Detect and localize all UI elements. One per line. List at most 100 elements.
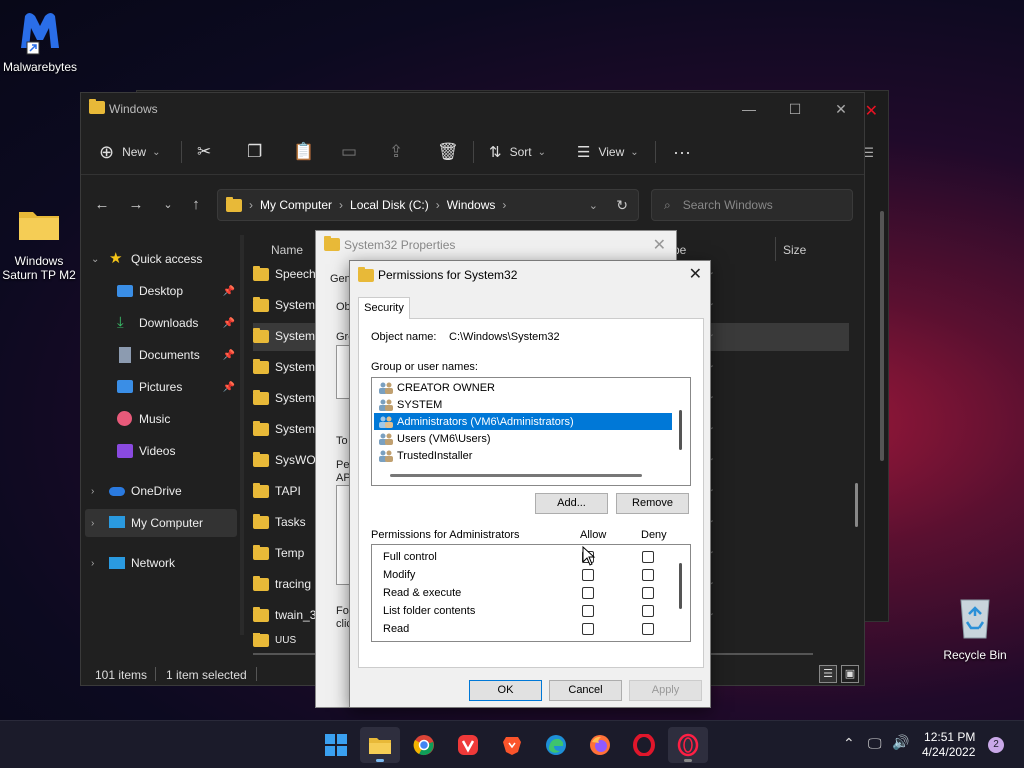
- nav-pane-scrollbar[interactable]: [240, 235, 244, 635]
- chevron-up-icon[interactable]: ⌃: [843, 735, 855, 752]
- taskbar-edge[interactable]: [536, 727, 576, 763]
- volume-icon[interactable]: 🔊: [892, 734, 909, 751]
- allow-checkbox[interactable]: [582, 605, 594, 617]
- close-icon[interactable]: ✕: [865, 101, 878, 121]
- column-header-size[interactable]: Size: [783, 243, 806, 257]
- list-item[interactable]: System: [253, 383, 315, 413]
- list-item[interactable]: System: [253, 321, 315, 351]
- list-item[interactable]: System: [253, 290, 315, 320]
- address-bar[interactable]: › My Computer › Local Disk (C:) › Window…: [217, 189, 639, 221]
- maximize-button[interactable]: ☐: [772, 93, 818, 125]
- desktop-icon-recycle-bin[interactable]: Recycle Bin: [935, 596, 1015, 662]
- list-item[interactable]: Temp: [253, 538, 304, 568]
- add-button[interactable]: Add...: [535, 493, 608, 514]
- nav-item-desktop[interactable]: Desktop 📌: [81, 277, 237, 305]
- list-item[interactable]: Speech: [253, 259, 316, 289]
- taskbar-brave[interactable]: [492, 727, 532, 763]
- list-item[interactable]: SYSTEM: [374, 396, 672, 413]
- taskbar-file-explorer[interactable]: [360, 727, 400, 763]
- list-item[interactable]: Administrators (VM6\Administrators): [374, 413, 672, 430]
- list-item[interactable]: UUS: [253, 633, 296, 647]
- desktop-icon-windows-saturn[interactable]: Windows Saturn TP M2: [0, 206, 79, 282]
- tab-security[interactable]: Security: [358, 297, 410, 319]
- taskbar-opera-gx[interactable]: [668, 727, 708, 763]
- refresh-icon[interactable]: ↻: [616, 197, 628, 214]
- list-item[interactable]: twain_3: [253, 600, 316, 630]
- chevron-right-icon: ›: [91, 557, 95, 569]
- remove-button[interactable]: Remove: [616, 493, 689, 514]
- breadcrumb-item[interactable]: Local Disk (C:): [350, 198, 429, 212]
- tiles-view-button[interactable]: ▣: [841, 665, 859, 683]
- column-divider[interactable]: [775, 237, 776, 261]
- user-list-scrollbar[interactable]: [679, 410, 682, 450]
- deny-checkbox[interactable]: [642, 587, 654, 599]
- cut-button[interactable]: ✂: [197, 129, 211, 175]
- close-button[interactable]: ✕: [818, 93, 864, 125]
- back-button[interactable]: ←: [89, 193, 115, 217]
- list-item[interactable]: System: [253, 352, 315, 382]
- nav-item-downloads[interactable]: ⤓ Downloads 📌: [81, 309, 237, 337]
- view-button[interactable]: ☰ View ⌄: [577, 129, 639, 175]
- cancel-button[interactable]: Cancel: [549, 680, 622, 701]
- nav-my-computer[interactable]: › My Computer: [85, 509, 237, 537]
- recent-locations-button[interactable]: ⌄: [155, 193, 181, 217]
- list-item[interactable]: CREATOR OWNER: [374, 379, 672, 396]
- up-button[interactable]: ↑: [183, 193, 209, 217]
- allow-checkbox[interactable]: [582, 587, 594, 599]
- notification-badge[interactable]: 2: [988, 737, 1004, 753]
- nav-item-documents[interactable]: Documents 📌: [81, 341, 237, 369]
- new-button[interactable]: ⊕ New ⌄: [99, 129, 161, 175]
- close-button[interactable]: ✕: [689, 264, 702, 284]
- nav-quick-access[interactable]: ⌄ ★ Quick access: [81, 245, 237, 273]
- list-scrollbar[interactable]: [855, 483, 858, 527]
- breadcrumb-item[interactable]: My Computer: [260, 198, 332, 212]
- nav-item-videos[interactable]: Videos: [81, 437, 237, 465]
- allow-checkbox[interactable]: [582, 623, 594, 635]
- taskbar-firefox[interactable]: [580, 727, 620, 763]
- sort-button[interactable]: ⇅ Sort ⌄: [489, 129, 546, 175]
- deny-checkbox[interactable]: [642, 551, 654, 563]
- permissions-scrollbar[interactable]: [679, 563, 682, 609]
- column-header-name[interactable]: Name: [271, 243, 303, 257]
- taskbar-opera[interactable]: [624, 727, 664, 763]
- nav-item-pictures[interactable]: Pictures 📌: [81, 373, 237, 401]
- chevron-down-icon[interactable]: ⌄: [589, 199, 598, 212]
- close-button[interactable]: ✕: [653, 235, 666, 255]
- breadcrumb-item[interactable]: Windows: [447, 198, 496, 212]
- nav-onedrive[interactable]: › OneDrive: [81, 477, 237, 505]
- tab-general[interactable]: Gen: [330, 273, 351, 285]
- deny-checkbox[interactable]: [642, 623, 654, 635]
- details-view-button[interactable]: ☰: [819, 665, 837, 683]
- list-item[interactable]: Users (VM6\Users): [374, 430, 672, 447]
- nav-item-music[interactable]: Music: [81, 405, 237, 433]
- delete-button[interactable]: 🗑: [437, 129, 459, 175]
- system-clock[interactable]: 12:51 PM 4/24/2022: [922, 730, 975, 760]
- paste-button[interactable]: 📋: [293, 129, 314, 175]
- start-button[interactable]: [316, 727, 356, 763]
- allow-checkbox[interactable]: [582, 569, 594, 581]
- rename-button[interactable]: ▭: [341, 129, 357, 175]
- taskbar-vivaldi[interactable]: [448, 727, 488, 763]
- list-item[interactable]: Tasks: [253, 507, 306, 537]
- more-options-button[interactable]: ···: [673, 129, 691, 175]
- apply-button[interactable]: Apply: [629, 680, 702, 701]
- deny-checkbox[interactable]: [642, 569, 654, 581]
- search-input[interactable]: ⌕ Search Windows: [651, 189, 853, 221]
- forward-button[interactable]: →: [123, 193, 149, 217]
- user-list-hscrollbar[interactable]: [390, 474, 642, 477]
- list-item[interactable]: SysWO: [253, 445, 316, 475]
- copy-button[interactable]: ❐: [247, 129, 262, 175]
- list-item[interactable]: TrustedInstaller: [374, 447, 672, 464]
- list-item[interactable]: TAPI: [253, 476, 301, 506]
- ok-button[interactable]: OK: [469, 680, 542, 701]
- desktop-icon-malwarebytes[interactable]: Malwarebytes: [0, 8, 80, 74]
- share-button[interactable]: ⇪: [389, 129, 403, 175]
- taskbar-chrome[interactable]: [404, 727, 444, 763]
- deny-checkbox[interactable]: [642, 605, 654, 617]
- scrollbar[interactable]: [880, 211, 884, 461]
- network-icon[interactable]: 🖵: [868, 735, 882, 752]
- list-item[interactable]: System: [253, 414, 315, 444]
- minimize-button[interactable]: —: [726, 93, 772, 125]
- nav-network[interactable]: › Network: [81, 549, 237, 577]
- list-item[interactable]: tracing: [253, 569, 311, 599]
